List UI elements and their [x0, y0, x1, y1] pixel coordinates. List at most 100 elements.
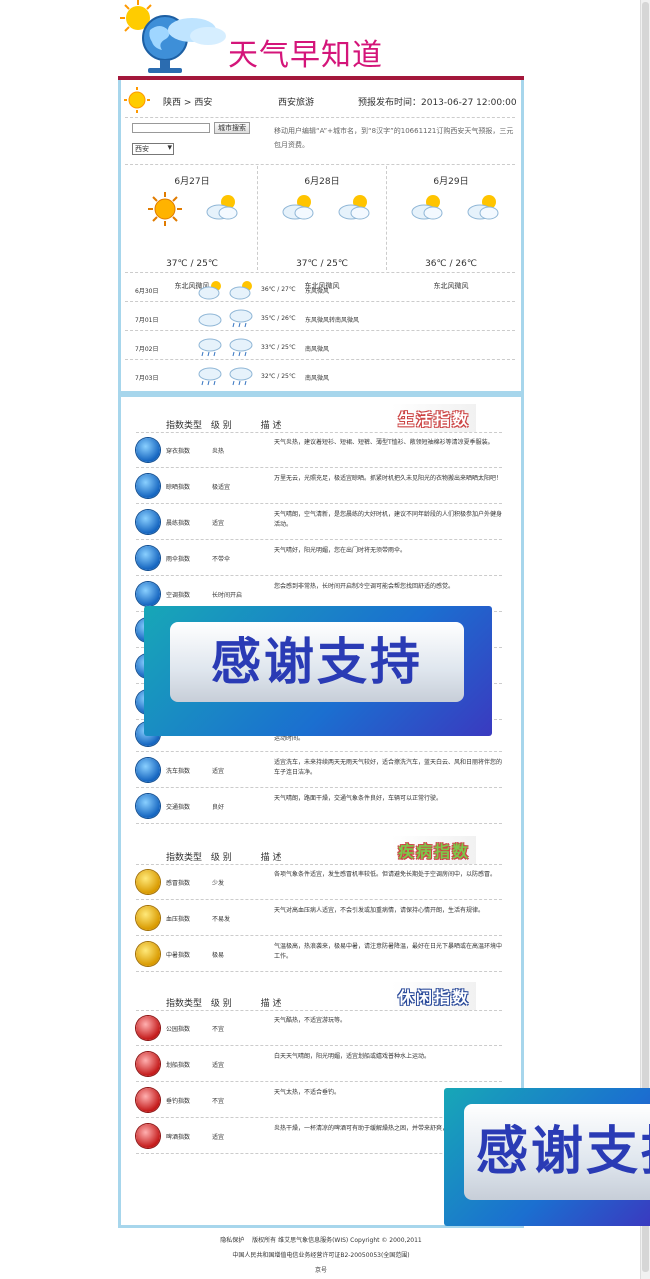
disease-index-banner: 疾病指数: [392, 836, 477, 864]
globe-logo-icon: [120, 0, 226, 73]
index-row: 晨练指数 适宜 天气晴朗，空气清新，是您晨练的大好时机，建议不同年龄段的人们积极参加…: [136, 504, 502, 540]
forecast-row: 7月03日 32℃ / 25℃ 南风微风: [125, 361, 515, 389]
index-row: 公园指数 不宜 天气酷热，不适宜游玩等。: [136, 1010, 502, 1046]
sun-icon: [124, 87, 150, 113]
col-level: 级 别: [210, 421, 232, 431]
travel-link[interactable]: 西安旅游: [278, 95, 314, 108]
city-link[interactable]: 西安: [194, 98, 212, 108]
divider: [125, 272, 515, 273]
index-level: 不宜: [212, 1098, 225, 1105]
day-date: 6月27日: [174, 177, 210, 187]
day-temp: 36℃ / 26℃: [425, 259, 477, 269]
index-level: 少发: [212, 880, 225, 887]
row-wind: 南风微风: [305, 346, 330, 353]
thanks-overlay-text: 感谢支持: [170, 622, 464, 702]
index-level: 不易发: [212, 916, 231, 923]
row-temp: 32℃ / 25℃: [261, 373, 296, 380]
index-desc: 天气对高血压病人适宜，不会引发或加重病情，请保持心情开朗，生活有规律。: [274, 907, 485, 914]
cloud-icon: [198, 313, 222, 327]
site-header: 天气早知道: [118, 0, 524, 80]
sun-icon: [148, 192, 182, 226]
province-link[interactable]: 陕西: [163, 98, 181, 108]
row-wind: 南风微风: [305, 375, 330, 382]
cloud-sun-icon: [282, 195, 314, 220]
index-desc: 各项气象条件适宜，发生感冒机率较低。但请避免长期处于空调房间中，以防感冒。: [274, 871, 497, 878]
cloud-sun-icon: [467, 195, 499, 220]
index-level: 适宜: [212, 1134, 225, 1141]
index-level: 良好: [212, 804, 225, 811]
cloud-rain-icon: [229, 338, 253, 357]
row-date: 7月01日: [135, 317, 159, 324]
row-temp: 36℃ / 27℃: [261, 286, 296, 293]
forecast-row: 7月02日 33℃ / 25℃ 南风微风: [125, 332, 515, 360]
index-desc: 白天天气晴朗，阳光明媚，适宜划船或嬉戏普种水上运动。: [274, 1053, 431, 1060]
city-search-button[interactable]: 城市搜索: [214, 122, 250, 134]
index-name: 晾晒指数: [166, 484, 191, 491]
index-desc: 天气晴朗，路面干燥，交通气象条件良好，车辆可以正常行驶。: [274, 795, 443, 802]
thanks-overlay[interactable]: 感谢支持: [144, 606, 492, 736]
index-desc: 万里无云，光照充足，极适宜晾晒。抓紧时机把久未见阳光的衣物搬出来晒晒太阳吧！: [274, 475, 503, 482]
site-logo-text[interactable]: 天气早知道: [228, 30, 383, 74]
footer-icp: 京号: [314, 1267, 327, 1274]
cloud-rain-icon: [198, 367, 222, 386]
air-conditioner-icon: [136, 582, 160, 606]
row-date: 7月02日: [135, 346, 159, 353]
index-desc: 适宜洗车，未来持续两天无雨天气较好，适合擦洗汽车，蓝天白云、风和日丽将伴您的车子…: [274, 759, 503, 776]
index-desc: 天气炎热，建议着短衫、短裙、短裤、薄型T恤衫、敞领短袖棉衫等清凉夏季服装。: [274, 439, 494, 446]
index-name: 啤酒指数: [166, 1134, 191, 1141]
cloud-sun-icon: [411, 195, 443, 220]
row-date: 6月30日: [135, 288, 159, 295]
breadcrumb: 陕西 > 西安: [163, 95, 212, 108]
row-wind: 东风微风: [305, 288, 330, 295]
traffic-icon: [136, 794, 160, 818]
col-level: 级 别: [210, 999, 232, 1009]
divider: [125, 330, 515, 331]
thanks-overlay[interactable]: 感谢支持: [444, 1088, 650, 1226]
city-search-input[interactable]: [132, 123, 210, 133]
scrollbar-thumb[interactable]: [642, 2, 649, 1272]
car-wash-icon: [136, 758, 160, 782]
cloud-sun-icon: [229, 281, 252, 300]
life-index-banner: 生活指数: [392, 404, 477, 432]
publish-time: 预报发布时间：2013-06-27 12:00:00: [358, 98, 517, 108]
col-desc: 描 述: [260, 853, 282, 863]
footer-links[interactable]: 隐私保护 版权所有 维艾思气象信息服务(WIS) Copyright © 200…: [118, 1235, 524, 1244]
index-row: 晾晒指数 极适宜 万里无云，光照充足，极适宜晾晒。抓紧时机把久未见阳光的衣物搬出来晒…: [136, 468, 502, 504]
divider: [125, 359, 515, 360]
index-row: 穿衣指数 炎热 天气炎热，建议着短衫、短裙、短裤、薄型T恤衫、敞领短袖棉衫等清凉夏季…: [136, 432, 502, 468]
index-level: 长时间开启: [212, 592, 243, 599]
city-select[interactable]: 西安: [132, 143, 174, 155]
index-name: 划船指数: [166, 1062, 191, 1069]
leisure-index-banner: 休闲指数: [392, 982, 477, 1010]
index-level: 不带伞: [212, 556, 231, 563]
park-icon: [136, 1016, 160, 1040]
day-date: 6月28日: [304, 177, 340, 187]
day-temp: 37℃ / 25℃: [296, 259, 348, 269]
day-date: 6月29日: [433, 177, 469, 187]
index-name: 雨伞指数: [166, 556, 191, 563]
col-level: 级 别: [210, 853, 232, 863]
index-level: 炎热: [212, 448, 225, 455]
index-name: 中暑指数: [166, 952, 191, 959]
cloud-sun-icon: [338, 195, 370, 220]
heatstroke-icon: [136, 942, 160, 966]
life-index-header: 指数类型 级 别 描 述: [166, 418, 282, 431]
index-row: 交通指数 良好 天气晴朗，路面干燥，交通气象条件良好，车辆可以正常行驶。: [136, 788, 502, 824]
index-desc: 天气晴朗，空气清新，是您晨练的大好时机，建议不同年龄段的人们积极参加户外健身活动…: [274, 511, 503, 528]
index-name: 洗车指数: [166, 768, 191, 775]
index-level: 极易: [212, 952, 225, 959]
clothing-icon: [136, 438, 160, 462]
index-row: 中暑指数 极易 气温极高，热浪袭来，极易中暑，请注意防暑降温，最好在日光下暴晒或在高…: [136, 936, 502, 972]
index-name: 空调指数: [166, 592, 191, 599]
row-wind: 东风微风转南风微风: [305, 317, 360, 324]
index-level: 不宜: [212, 1026, 225, 1033]
divider: [125, 164, 515, 165]
index-name: 交通指数: [166, 804, 191, 811]
index-row: 划船指数 适宜 白天天气晴朗，阳光明媚，适宜划船或嬉戏普种水上运动。: [136, 1046, 502, 1082]
cloud-rain-icon: [229, 309, 253, 328]
index-level: 适宜: [212, 768, 225, 775]
index-name: 感冒指数: [166, 880, 191, 887]
index-name: 血压指数: [166, 916, 191, 923]
col-type: 指数类型: [166, 999, 203, 1009]
forecast-row: 7月01日 35℃ / 26℃ 东风微风转南风微风: [125, 303, 515, 331]
